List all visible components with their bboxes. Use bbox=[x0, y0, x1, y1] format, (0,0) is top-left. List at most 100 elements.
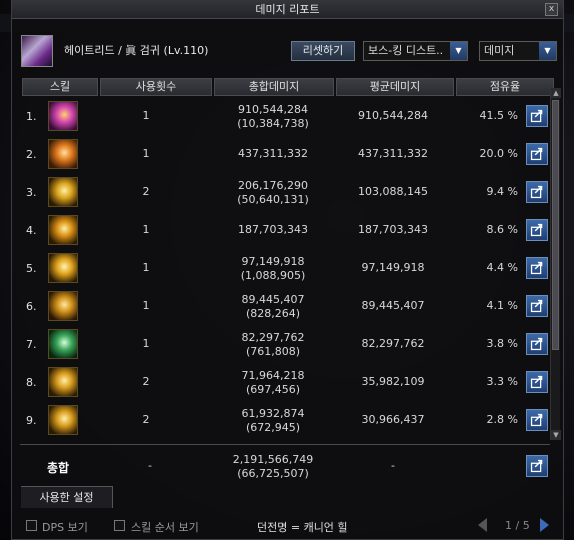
skill-avg-damage: 103,088,145 bbox=[358, 185, 428, 198]
scroll-up-arrow-icon[interactable]: ▲ bbox=[551, 88, 561, 98]
share-icon[interactable] bbox=[526, 371, 548, 393]
totals-uses: - bbox=[148, 459, 152, 472]
column-header-share[interactable]: 점유율 bbox=[456, 78, 554, 96]
metric-select[interactable]: 데미지 ▼ bbox=[479, 41, 557, 61]
skill-total-damage: 71,964,218 (697,456) bbox=[223, 369, 323, 397]
boss-select[interactable]: 보스-킹 디스트.. ▼ bbox=[363, 41, 468, 61]
window-titlebar[interactable]: 데미지 리포트 x bbox=[12, 0, 563, 19]
table-row[interactable]: 6. 1 89,445,407 (828,264) 89,445,407 4.1… bbox=[18, 288, 548, 326]
table-row[interactable]: 5. 1 97,149,918 (1,088,905) 97,149,918 4… bbox=[18, 250, 548, 288]
share-icon[interactable] bbox=[526, 105, 548, 127]
character-portrait bbox=[21, 35, 53, 67]
skill-total-damage-value: 206,176,290 bbox=[238, 179, 308, 192]
character-label: 헤이트리드 / 眞 검귀 (Lv.110) bbox=[64, 44, 209, 57]
share-icon[interactable] bbox=[526, 181, 548, 203]
skill-total-damage-sub: (50,640,131) bbox=[237, 193, 309, 206]
totals-avg-damage: - bbox=[391, 459, 395, 472]
page-next-arrow-icon[interactable] bbox=[540, 518, 549, 532]
table-row[interactable]: 3. 2 206,176,290 (50,640,131) 103,088,14… bbox=[18, 174, 548, 212]
skill-total-damage: 97,149,918 (1,088,905) bbox=[223, 255, 323, 283]
skill-total-damage: 206,176,290 (50,640,131) bbox=[223, 179, 323, 207]
column-header-total-damage[interactable]: 총합데미지 bbox=[214, 78, 334, 96]
skill-avg-damage: 89,445,407 bbox=[361, 299, 425, 312]
skill-rank: 8. bbox=[26, 376, 37, 389]
skill-rank: 1. bbox=[26, 110, 37, 123]
used-settings-tab[interactable]: 사용한 설정 bbox=[21, 486, 113, 508]
share-icon[interactable] bbox=[526, 455, 548, 477]
dps-view-checkbox[interactable] bbox=[26, 520, 37, 531]
skill-total-damage-sub: (1,088,905) bbox=[240, 269, 306, 282]
skill-uses: 1 bbox=[142, 337, 150, 350]
skill-uses: 1 bbox=[142, 109, 150, 122]
skill-rank: 9. bbox=[26, 414, 37, 427]
totals-total-damage-value: 2,191,566,749 bbox=[232, 453, 314, 466]
table-row[interactable]: 4. 1 187,703,343 187,703,343 8.6 % bbox=[18, 212, 548, 250]
column-header-skill[interactable]: 스킬 bbox=[22, 78, 98, 96]
skill-share: 9.4 % bbox=[486, 185, 518, 198]
slash-skill-icon bbox=[48, 101, 78, 131]
crescent-skill-icon bbox=[48, 177, 78, 207]
skill-total-damage-value: 910,544,284 bbox=[238, 103, 308, 116]
table-row[interactable]: 9. 2 61,932,874 (672,945) 30,966,437 2.8… bbox=[18, 402, 548, 440]
close-button[interactable]: x bbox=[545, 3, 558, 16]
skill-avg-damage: 82,297,762 bbox=[361, 337, 425, 350]
skill-order-checkbox[interactable] bbox=[114, 520, 125, 531]
share-icon[interactable] bbox=[526, 219, 548, 241]
skill-uses: 1 bbox=[142, 223, 150, 236]
skill-total-damage: 61,932,874 (672,945) bbox=[223, 407, 323, 435]
skill-damage-table: 스킬 사용횟수 총합데미지 평균데미지 점유율 1. 1 910,544,284… bbox=[18, 78, 558, 440]
skill-share: 2.8 % bbox=[486, 413, 518, 426]
table-row[interactable]: 2. 1 437,311,332 437,311,332 20.0 % bbox=[18, 136, 548, 174]
table-row[interactable]: 7. 1 82,297,762 (761,808) 82,297,762 3.8… bbox=[18, 326, 548, 364]
skill-total-damage-value: 97,149,918 bbox=[241, 255, 305, 268]
totals-label: 총합 bbox=[47, 461, 70, 475]
skill-total-damage-value: 61,932,874 bbox=[241, 407, 305, 420]
reset-button[interactable]: 리셋하기 bbox=[291, 41, 355, 61]
damage-report-window: 데미지 리포트 x 헤이트리드 / 眞 검귀 (Lv.110) 리셋하기 보스-… bbox=[11, 0, 564, 540]
table-scrollbar[interactable]: ▲ ▼ bbox=[550, 88, 561, 440]
window-title: 데미지 리포트 bbox=[255, 3, 320, 16]
dps-view-label: DPS 보기 bbox=[42, 521, 88, 534]
leaf-skill-icon bbox=[48, 329, 78, 359]
skill-total-damage: 187,703,343 bbox=[223, 223, 323, 237]
chevron-down-icon[interactable]: ▼ bbox=[539, 42, 556, 60]
skill-rank: 3. bbox=[26, 186, 37, 199]
page-prev-arrow-icon[interactable] bbox=[478, 518, 487, 532]
arc-skill-icon bbox=[48, 367, 78, 397]
share-icon[interactable] bbox=[526, 143, 548, 165]
skill-rows: 1. 1 910,544,284 (10,384,738) 910,544,28… bbox=[18, 98, 548, 440]
skill-rank: 2. bbox=[26, 148, 37, 161]
skill-uses: 2 bbox=[142, 185, 150, 198]
skill-share: 3.8 % bbox=[486, 337, 518, 350]
skill-order-label: 스킬 순서 보기 bbox=[131, 521, 199, 534]
skill-total-damage: 82,297,762 (761,808) bbox=[223, 331, 323, 359]
skill-total-damage-value: 82,297,762 bbox=[241, 331, 305, 344]
column-header-uses[interactable]: 사용횟수 bbox=[100, 78, 212, 96]
share-icon[interactable] bbox=[526, 295, 548, 317]
skill-rank: 7. bbox=[26, 338, 37, 351]
edge-skill-icon bbox=[48, 405, 78, 435]
skill-total-damage-sub: (672,945) bbox=[245, 421, 301, 434]
skill-rank: 5. bbox=[26, 262, 37, 275]
column-header-avg-damage[interactable]: 평균데미지 bbox=[336, 78, 454, 96]
chevron-down-icon[interactable]: ▼ bbox=[450, 42, 467, 60]
skill-avg-damage: 187,703,343 bbox=[358, 223, 428, 236]
skill-share: 4.4 % bbox=[486, 261, 518, 274]
skill-total-damage-sub: (828,264) bbox=[245, 307, 301, 320]
dungeon-name: 던전명 = 캐니언 힐 bbox=[257, 521, 348, 534]
skill-uses: 1 bbox=[142, 299, 150, 312]
skill-rank: 4. bbox=[26, 224, 37, 237]
skill-total-damage-value: 437,311,332 bbox=[238, 147, 308, 160]
share-icon[interactable] bbox=[526, 409, 548, 431]
scroll-down-arrow-icon[interactable]: ▼ bbox=[551, 430, 561, 440]
page-indicator: 1 / 5 bbox=[505, 519, 530, 532]
skill-avg-damage: 910,544,284 bbox=[358, 109, 428, 122]
scroll-thumb[interactable] bbox=[552, 100, 559, 350]
skill-total-damage: 89,445,407 (828,264) bbox=[223, 293, 323, 321]
table-row[interactable]: 8. 2 71,964,218 (697,456) 35,982,109 3.3… bbox=[18, 364, 548, 402]
share-icon[interactable] bbox=[526, 333, 548, 355]
skill-total-damage-value: 71,964,218 bbox=[241, 369, 305, 382]
share-icon[interactable] bbox=[526, 257, 548, 279]
table-row[interactable]: 1. 1 910,544,284 (10,384,738) 910,544,28… bbox=[18, 98, 548, 136]
wave-skill-icon bbox=[48, 253, 78, 283]
